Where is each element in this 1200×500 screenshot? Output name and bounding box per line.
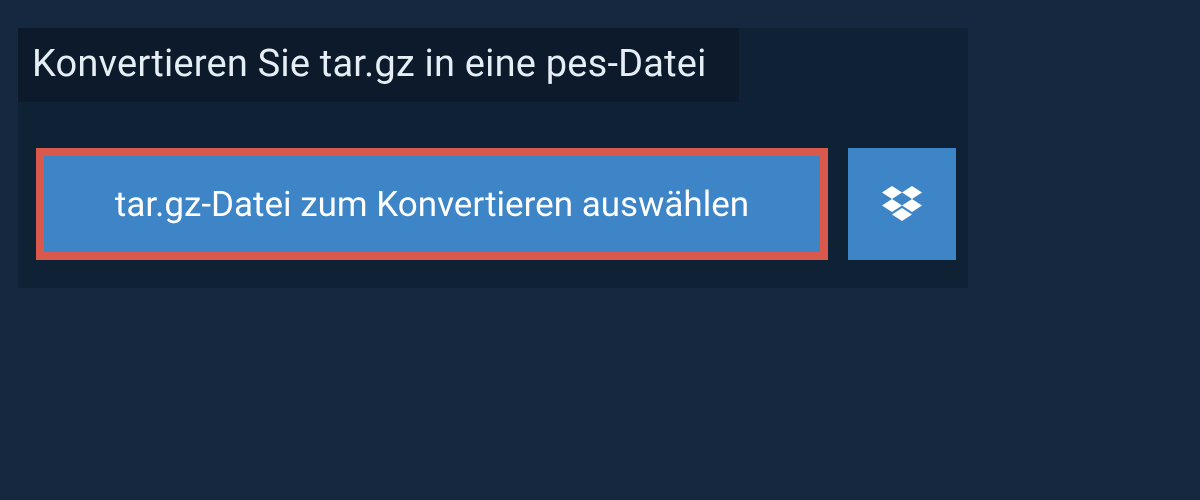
page-title: Konvertieren Sie tar.gz in eine pes-Date… xyxy=(32,42,707,86)
heading-container: Konvertieren Sie tar.gz in eine pes-Date… xyxy=(18,28,739,102)
select-file-button[interactable]: tar.gz-Datei zum Konvertieren auswählen xyxy=(36,148,828,260)
button-row: tar.gz-Datei zum Konvertieren auswählen xyxy=(36,148,956,260)
dropbox-button[interactable] xyxy=(848,148,956,260)
select-file-button-label: tar.gz-Datei zum Konvertieren auswählen xyxy=(115,184,749,225)
converter-panel: Konvertieren Sie tar.gz in eine pes-Date… xyxy=(18,28,968,288)
dropbox-icon xyxy=(882,186,922,222)
